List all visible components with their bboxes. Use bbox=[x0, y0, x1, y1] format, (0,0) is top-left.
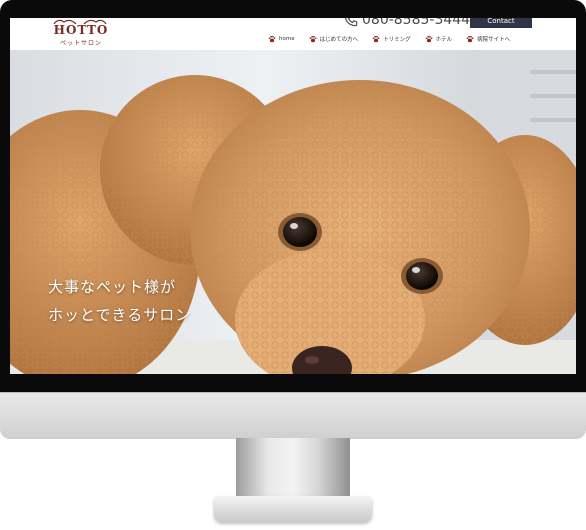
paw-icon bbox=[372, 35, 380, 43]
monitor-stand-neck bbox=[236, 438, 350, 498]
hero-headline-line2: ホッとできるサロン bbox=[48, 306, 192, 324]
monitor-chin bbox=[0, 392, 586, 439]
phone-number[interactable]: 080-8585-3444 bbox=[344, 18, 470, 28]
nav-label-trimming: トリミング bbox=[383, 37, 411, 43]
nav-label-first-visit: はじめての方へ bbox=[319, 37, 359, 43]
paw-icon bbox=[309, 35, 317, 43]
nav-label-hotel: ホテル bbox=[435, 37, 453, 43]
hero-dog-image bbox=[10, 50, 576, 374]
site-logo[interactable]: HOTTO ペットサロン bbox=[46, 18, 116, 48]
site-header: HOTTO ペットサロン 080-8585-3444 Contact home … bbox=[10, 18, 576, 52]
phone-text: 080-8585-3444 bbox=[362, 18, 471, 28]
monitor-stand-foot bbox=[214, 496, 372, 522]
nav-item-trimming[interactable]: トリミング bbox=[372, 35, 411, 43]
nav-label-home: home bbox=[279, 36, 295, 42]
monitor: HOTTO ペットサロン 080-8585-3444 Contact home … bbox=[0, 0, 586, 530]
main-nav: home はじめての方へ トリミング ホテル 病院サイトへ bbox=[268, 33, 524, 45]
nav-item-hotel[interactable]: ホテル bbox=[425, 35, 453, 43]
paw-icon bbox=[466, 35, 474, 43]
hero-headline-line1: 大事なペット様が bbox=[48, 278, 177, 296]
logo-subtitle: ペットサロン bbox=[59, 40, 102, 47]
website-screen: HOTTO ペットサロン 080-8585-3444 Contact home … bbox=[10, 18, 576, 374]
nav-item-first-visit[interactable]: はじめての方へ bbox=[309, 35, 359, 43]
logo-text: HOTTO bbox=[53, 23, 109, 37]
nav-label-hospital-site: 病院サイトへ bbox=[477, 37, 511, 43]
phone-icon bbox=[345, 18, 358, 27]
paw-icon bbox=[268, 35, 276, 43]
contact-button[interactable]: Contact bbox=[470, 18, 532, 28]
monitor-bezel: HOTTO ペットサロン 080-8585-3444 Contact home … bbox=[0, 0, 586, 392]
paw-icon bbox=[425, 35, 433, 43]
nav-item-hospital-site[interactable]: 病院サイトへ bbox=[466, 35, 510, 43]
nav-item-home[interactable]: home bbox=[268, 35, 295, 43]
hero-section: 大事なペット様が ホッとできるサロン bbox=[10, 50, 576, 374]
